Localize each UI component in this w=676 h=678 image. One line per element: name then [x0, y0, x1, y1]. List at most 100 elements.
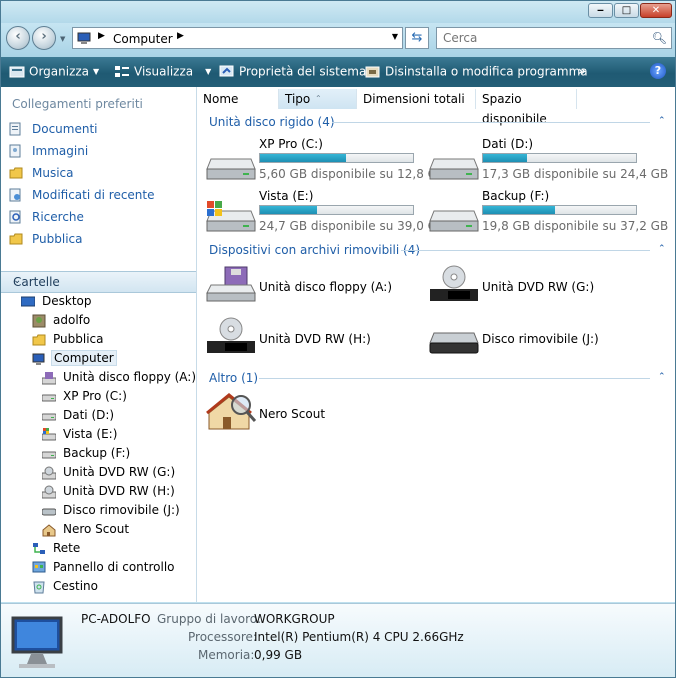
search-icon[interactable]: 🔍︎ [652, 31, 667, 45]
group-divider [401, 250, 650, 251]
drive-usage-bar-c [259, 153, 414, 163]
command-bar: Organizza ▼ Visualizza ▼ Proprietà del sis… [1, 57, 675, 87]
drive-info-c: 5,60 GB disponibile su 12,8 GB [259, 167, 446, 181]
hard-drive-icon[interactable] [428, 197, 480, 237]
system-properties-button[interactable]: Proprietà del sistema [219, 64, 366, 80]
collapse-group-icon[interactable]: ⌃ [658, 116, 666, 126]
forward-arrow-icon: › [41, 29, 47, 44]
nero-scout-icon [42, 524, 56, 537]
hard-drive-icon[interactable] [428, 145, 480, 185]
drive-usage-fill [483, 154, 528, 162]
group-header-hard-disks[interactable]: Unità disco rigido (4) [209, 115, 335, 129]
drive-icon [42, 394, 56, 402]
user-folder-icon [32, 314, 46, 328]
removable-disk-icon[interactable] [428, 323, 480, 363]
device-name-floppy[interactable]: Unità disco floppy (A:) [259, 280, 392, 294]
collapse-group-icon[interactable]: ⌃ [658, 372, 666, 382]
computer-name: PC-ADOLFO [81, 612, 151, 626]
chevron-down-icon[interactable]: ⌄ [13, 275, 188, 286]
column-header-name[interactable]: Nome [197, 89, 279, 109]
breadcrumb-separator-icon[interactable]: ▶ [98, 31, 105, 41]
organize-button[interactable]: Organizza ▼ [9, 64, 99, 80]
minimize-button[interactable]: ‒ [588, 3, 613, 18]
device-name-dvd-h[interactable]: Unità DVD RW (H:) [259, 332, 371, 346]
recent-pages-dropdown[interactable]: ▼ [60, 35, 65, 43]
collapse-group-icon[interactable]: ⌃ [658, 244, 666, 254]
uninstall-program-button[interactable]: Disinstalla o modifica programma [365, 64, 588, 80]
drive-info-e: 24,7 GB disponibile su 39,0 GB [259, 219, 446, 233]
recent-icon [9, 188, 21, 202]
group-header-removable[interactable]: Dispositivi con archivi rimovibili (4) [209, 243, 420, 257]
drive-usage-fill [483, 206, 555, 214]
views-button[interactable]: Visualizza ▼ [114, 64, 211, 80]
refresh-button[interactable]: ⇆ [405, 27, 429, 49]
column-header-free-space[interactable]: Spazio disponibile [476, 89, 577, 126]
computer-icon [11, 616, 63, 668]
recycle-bin-icon [33, 581, 45, 594]
workgroup-label: Gruppo di lavoro: [157, 612, 262, 626]
floppy-icon [42, 372, 56, 385]
chevron-down-icon: ▼ [93, 67, 100, 76]
search-box[interactable]: 🔍︎ [436, 27, 672, 49]
drive-info-f: 19,8 GB disponibile su 37,2 GB [482, 219, 669, 233]
close-button[interactable]: ✕ [640, 3, 672, 18]
group-divider [332, 122, 650, 123]
music-folder-icon [9, 167, 23, 179]
address-row: ‹ › ▼ ▶ Computer ▶ ▼ ⇆ 🔍︎ [1, 23, 675, 57]
drive-usage-bar-f [482, 205, 637, 215]
drive-name-f[interactable]: Backup (F:) [482, 189, 549, 203]
memory-value: 0,99 GB [254, 648, 303, 662]
back-button[interactable]: ‹ [6, 26, 30, 50]
dvd-drive-icon[interactable] [428, 265, 480, 305]
drive-icon [42, 413, 56, 421]
content-pane: Nome Tipo ⌃ Dimensioni totali Spazio dis… [197, 87, 675, 602]
folders-header[interactable]: Cartelle ⌄ [1, 271, 196, 293]
back-arrow-icon: ‹ [15, 29, 21, 44]
column-header-type[interactable]: Tipo ⌃ [279, 89, 357, 109]
drive-usage-fill [260, 154, 346, 162]
favorite-links-title: Collegamenti preferiti [12, 97, 143, 111]
group-divider [259, 378, 650, 379]
more-commands-button[interactable]: » [578, 64, 586, 78]
dvd-drive-icon [42, 485, 56, 499]
nero-scout-icon[interactable] [205, 391, 257, 431]
title-bar[interactable]: ‒ □ ✕ [1, 1, 675, 23]
dvd-drive-icon [42, 466, 56, 480]
processor-label: Processore: [188, 630, 257, 644]
breadcrumb-computer[interactable]: Computer [113, 32, 173, 46]
drive-name-e[interactable]: Vista (E:) [259, 189, 313, 203]
programs-icon [365, 66, 380, 77]
explorer-window: ‒ □ ✕ ‹ › ▼ ▶ Computer ▶ ▼ ⇆ 🔍︎ Organizz… [0, 0, 676, 678]
help-button[interactable]: ? [650, 63, 666, 79]
drive-name-d[interactable]: Dati (D:) [482, 137, 533, 151]
forward-button[interactable]: › [32, 26, 56, 50]
searches-icon [9, 210, 21, 224]
navigation-pane: Collegamenti preferiti Documenti Immagin… [1, 87, 197, 602]
breadcrumb-separator-icon[interactable]: ▶ [177, 31, 184, 41]
processor-value: Intel(R) Pentium(R) 4 CPU 2.66GHz [254, 630, 464, 644]
address-dropdown-icon[interactable]: ▼ [392, 32, 398, 41]
column-header-total-size[interactable]: Dimensioni totali [357, 89, 476, 109]
removable-disk-icon [42, 508, 56, 516]
floppy-drive-icon[interactable] [205, 265, 257, 305]
hard-drive-icon[interactable] [205, 145, 257, 185]
maximize-button[interactable]: □ [614, 3, 639, 18]
desktop-icon [21, 296, 35, 307]
drive-name-c[interactable]: XP Pro (C:) [259, 137, 323, 151]
system-properties-icon [219, 65, 234, 76]
minimize-icon: ‒ [597, 5, 604, 16]
views-icon [115, 65, 129, 77]
other-item-name-nero-scout[interactable]: Nero Scout [259, 407, 325, 421]
windows-drive-icon[interactable] [205, 197, 257, 237]
pictures-icon [9, 144, 21, 158]
maximize-icon: □ [621, 5, 632, 16]
group-header-other[interactable]: Altro (1) [209, 371, 258, 385]
dvd-drive-icon[interactable] [205, 317, 257, 357]
computer-icon [32, 353, 45, 365]
device-name-dvd-g[interactable]: Unità DVD RW (G:) [482, 280, 594, 294]
drive-usage-bar-e [259, 205, 414, 215]
search-input[interactable] [441, 30, 645, 46]
device-name-removable-j[interactable]: Disco rimovibile (J:) [482, 332, 599, 346]
close-icon: ✕ [651, 5, 661, 16]
address-bar[interactable]: ▶ Computer ▶ ▼ [72, 27, 403, 49]
